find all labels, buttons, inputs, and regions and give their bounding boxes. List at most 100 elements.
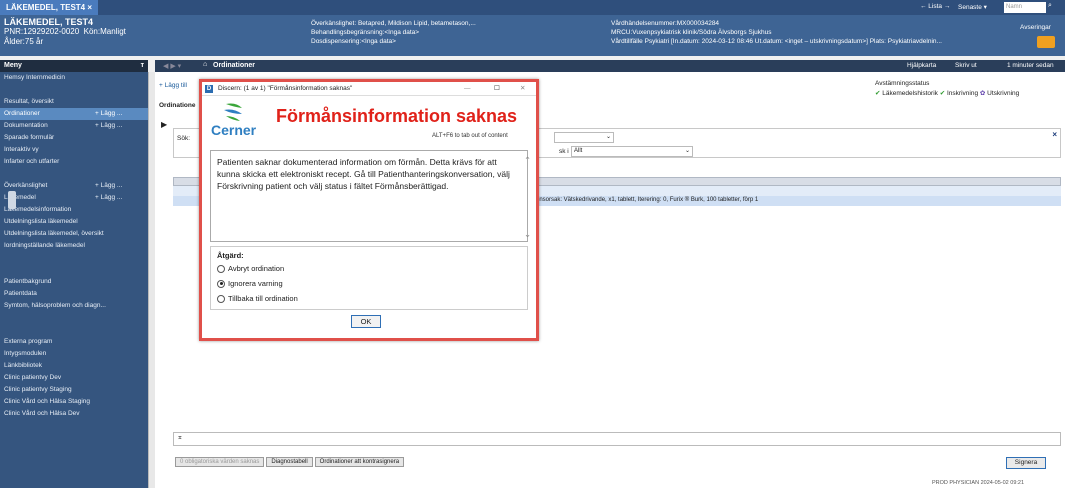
menu-header: Meny ᴛ: [0, 60, 148, 72]
reconcile-history[interactable]: Läkemedelshistorik: [882, 90, 938, 97]
dialog-titlebar: D Discern: (1 av 1) "Förmånsinformation …: [202, 82, 536, 96]
alt-tab-hint: ALT+F6 to tab out of content: [432, 133, 508, 139]
menu-item[interactable]: Symtom, hälsoproblem och diagn...: [0, 300, 148, 312]
radio-button[interactable]: [217, 294, 225, 303]
menu-item[interactable]: Interaktiv vy: [0, 144, 148, 156]
radio-cancel-order[interactable]: Avbryt ordination: [217, 261, 521, 276]
menu-scrollbar[interactable]: [148, 72, 155, 488]
menu-item[interactable]: Utdelningslista läkemedel: [0, 216, 148, 228]
radio-ignore-warning[interactable]: Ignorera varning: [217, 276, 521, 291]
episode-info: Vårdtillfälle Psykiatri [In.datum: 2024-…: [611, 38, 942, 45]
patient-pnr: PNR:12929202-0020: [4, 27, 80, 36]
allergy-info[interactable]: Överkänslighet: Betapred, Mildison Lipid…: [311, 19, 476, 28]
menu-item[interactable]: Patientbakgrund: [0, 276, 148, 288]
menu-item[interactable]: Infarter och utfarter: [0, 156, 148, 168]
chevron-down-icon: ⌄: [605, 134, 611, 140]
top-bar: LÄKEMEDEL, TEST4 × ← Lista → Senaste ▾ N…: [0, 0, 1065, 15]
filter-label: sk i: [559, 148, 569, 155]
search-field[interactable]: ⌄: [554, 132, 614, 143]
episode-number: Vårdhändelsenummer:MX000034284: [611, 20, 720, 27]
menu-item-ordinationer[interactable]: Ordinationer + Lägg ...: [0, 108, 148, 120]
radio-back-to-order[interactable]: Tillbaka till ordination: [217, 291, 521, 306]
home-icon[interactable]: ⌂: [203, 61, 207, 68]
orders-section-title: Ordinatione: [159, 102, 196, 109]
recent-menu[interactable]: Senaste ▾: [958, 3, 987, 11]
menu-item[interactable]: Externa program: [0, 336, 148, 348]
discern-icon: D: [205, 85, 213, 93]
menu-item[interactable]: Clinic patientvy Staging: [0, 384, 148, 396]
sign-button[interactable]: Signera: [1006, 457, 1046, 469]
add-order-link[interactable]: + Lägg ...: [95, 108, 122, 120]
menu-item[interactable]: Resultat, översikt: [0, 96, 148, 108]
minimize-icon[interactable]: —: [464, 82, 471, 96]
filter-select[interactable]: Allt ⌄: [571, 146, 693, 157]
chevron-up-icon[interactable]: ⌃: [524, 154, 531, 166]
reconcile-title: Avstämningsstatus: [875, 80, 930, 87]
close-tab-icon[interactable]: ×: [87, 3, 92, 12]
benefit-info-dialog: D Discern: (1 av 1) "Förmånsinformation …: [199, 79, 539, 341]
maximize-icon[interactable]: ☐: [494, 82, 500, 96]
menu-item[interactable]: Clinic Vård och Hälsa Staging: [0, 396, 148, 408]
menu-item[interactable]: Länkbibliotek: [0, 360, 148, 372]
avseringar-label[interactable]: Avseringar: [1020, 23, 1051, 32]
reconcile-in[interactable]: Inskrivning: [947, 90, 978, 97]
dialog-header: Cerner Förmånsinformation saknas ALT+F6 …: [202, 96, 536, 148]
search-icon[interactable]: ⌕: [1048, 2, 1058, 13]
diagnosis-table-button[interactable]: Diagnostabell: [266, 457, 313, 467]
menu-item[interactable]: Hemsy Internmedicin: [0, 72, 148, 84]
patient-name: LÄKEMEDEL, TEST4: [4, 17, 94, 27]
menu-item[interactable]: Läkemedelsinformation: [0, 204, 148, 216]
mrcu-info: MRCU:Vuxenpsykiatrisk klinik/Södra Älvsb…: [611, 29, 772, 36]
expand-icon[interactable]: ▶: [161, 120, 167, 129]
radio-button-selected[interactable]: [217, 279, 225, 288]
refresh-status[interactable]: 1 minuter sedan: [1007, 62, 1054, 69]
menu-item-dokumentation[interactable]: Dokumentation + Lägg ...: [0, 120, 148, 132]
comment-field[interactable]: ⌅: [173, 432, 1061, 446]
patient-tab[interactable]: LÄKEMEDEL, TEST4 ×: [0, 0, 99, 15]
pin-icon[interactable]: ᴛ: [141, 62, 144, 69]
check-icon: ✔: [939, 90, 946, 97]
close-icon[interactable]: ✕: [520, 82, 525, 96]
message-scrollbar[interactable]: ⌃ ⌄: [523, 152, 533, 240]
cosign-button[interactable]: Ordinationer att kontrasignera: [314, 457, 405, 467]
back-icon[interactable]: ◀ ▶ ▾: [163, 62, 181, 70]
add-med-link[interactable]: + Lägg ...: [95, 192, 122, 204]
radio-button[interactable]: [217, 264, 225, 273]
menu-item[interactable]: Clinic Vård och Hälsa Dev: [0, 408, 148, 420]
alert-icon[interactable]: [1037, 36, 1055, 48]
bottom-buttons: 0 obligatoriska värden saknas Diagnostab…: [175, 457, 405, 467]
menu-item[interactable]: Iordningställande läkemedel: [0, 240, 148, 252]
help-map-link[interactable]: Hjälpkarta: [907, 62, 936, 69]
missing-values-button[interactable]: 0 obligatoriska värden saknas: [175, 457, 265, 467]
menu-item[interactable]: Utdelningslista läkemedel, översikt: [0, 228, 148, 240]
filter-value: Allt: [574, 148, 583, 154]
search-input[interactable]: Namn: [1004, 2, 1046, 13]
add-allergy-link[interactable]: + Lägg ...: [95, 180, 122, 192]
menu-item-overkanslighet[interactable]: Överkänslighet + Lägg ...: [0, 180, 148, 192]
nav-list[interactable]: ← Lista →: [920, 3, 950, 10]
dose-info: Dosdispensering:<Inga data>: [311, 38, 396, 45]
action-label: Åtgärd:: [217, 251, 244, 260]
menu-item[interactable]: Sparade formulär: [0, 132, 148, 144]
collapse-handle[interactable]: [8, 191, 16, 209]
chevron-down-icon[interactable]: ⌄: [524, 228, 531, 240]
menu-item: [0, 252, 148, 264]
menu-item[interactable]: Patientdata: [0, 288, 148, 300]
menu-item: [0, 84, 148, 96]
dialog-title: Discern: (1 av 1) "Förmånsinformation sa…: [218, 85, 353, 92]
restriction-info: Behandlingsbegränsning:<Inga data>: [311, 29, 420, 36]
status-bar: PROD PHYSICIAN 2024-05-02 09:21: [932, 480, 1025, 486]
add-doc-link[interactable]: + Lägg ...: [95, 120, 122, 132]
menu-item: [0, 168, 148, 180]
add-order-button[interactable]: + Lägg till: [159, 82, 187, 89]
menu-item: [0, 324, 148, 336]
print-link[interactable]: Skriv ut: [955, 62, 977, 69]
close-icon[interactable]: ×: [1052, 130, 1057, 139]
menu-item[interactable]: Clinic patientvy Dev: [0, 372, 148, 384]
menu-item-lakemedel[interactable]: Läkemedel + Lägg ...: [0, 192, 148, 204]
reconcile-out[interactable]: Utskrivning: [987, 90, 1019, 97]
reconcile-status: ✔ Läkemedelshistorik ✔ Inskrivning ✿ Uts…: [875, 89, 1019, 97]
menu-item[interactable]: Intygsmodulen: [0, 348, 148, 360]
patient-banner: LÄKEMEDEL, TEST4 PNR:12929202-0020 Kön:M…: [0, 15, 1065, 56]
ok-button[interactable]: OK: [351, 315, 381, 328]
